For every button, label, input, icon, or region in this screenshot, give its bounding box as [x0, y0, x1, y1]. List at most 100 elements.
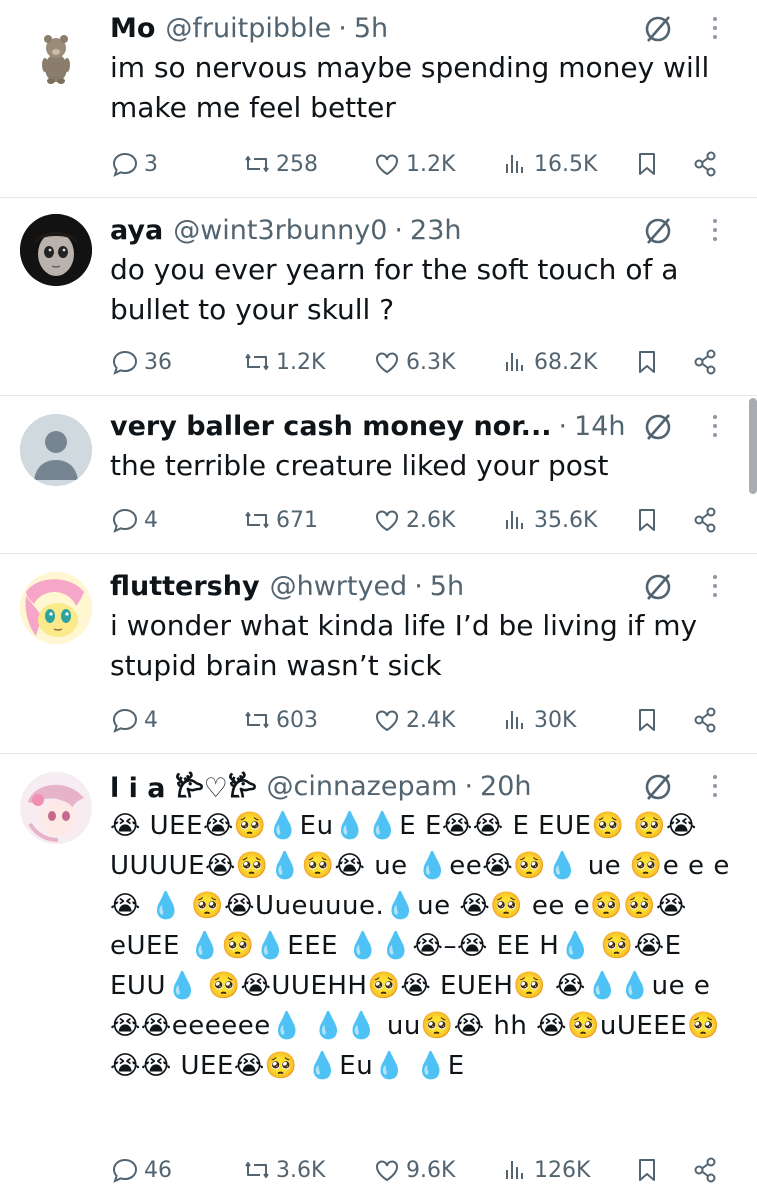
default-user-avatar[interactable]: [20, 414, 92, 486]
repost-count: 258: [276, 151, 318, 177]
bookmark-button[interactable]: [632, 342, 666, 382]
grok-icon[interactable]: [641, 214, 675, 248]
reply-icon: [112, 708, 138, 733]
reply-count: 4: [144, 507, 158, 533]
post[interactable]: l i a 𐂂♡𐂂 @cinnazepam · 20h 😭 UEE😭🥺💧Eu💧💧…: [0, 754, 757, 1200]
display-name[interactable]: fluttershy: [110, 571, 260, 602]
timestamp[interactable]: 20h: [480, 771, 531, 802]
repost-button[interactable]: 258: [242, 144, 318, 184]
like-button[interactable]: 9.6K: [372, 1150, 455, 1190]
post[interactable]: very baller cash money nor... · 14h the …: [0, 396, 757, 554]
separator-dot: ·: [464, 770, 474, 802]
share-icon: [694, 151, 716, 177]
post[interactable]: fluttershy @hwrtyed · 5h i wonder what k…: [0, 554, 757, 754]
reply-button[interactable]: 3: [110, 144, 158, 184]
pony-avatar[interactable]: [20, 572, 92, 644]
views-count: 16.5K: [534, 151, 598, 177]
separator-dot: ·: [338, 12, 347, 44]
like-button[interactable]: 1.2K: [372, 144, 455, 184]
repost-icon: [245, 156, 269, 172]
views-button[interactable]: 30K: [500, 700, 576, 740]
bookmark-icon: [639, 351, 655, 373]
views-icon: [506, 1161, 523, 1179]
share-button[interactable]: [690, 1150, 724, 1190]
repost-count: 603: [276, 707, 318, 733]
reply-button[interactable]: 4: [110, 500, 158, 540]
heart-icon: [376, 154, 398, 176]
post-text: im so nervous maybe spending money will …: [110, 51, 710, 124]
views-count: 35.6K: [534, 507, 598, 533]
display-name[interactable]: l i a 𐂂♡𐂂: [110, 768, 257, 805]
post[interactable]: aya @wint3rbunny0 · 23h do you ever year…: [0, 198, 757, 396]
more-options-icon[interactable]: [707, 408, 723, 444]
timestamp[interactable]: 5h: [430, 571, 464, 602]
more-options-icon[interactable]: [707, 212, 723, 248]
scrollbar[interactable]: [749, 398, 757, 494]
bookmark-button[interactable]: [632, 1150, 666, 1190]
grok-icon[interactable]: [641, 570, 675, 604]
post[interactable]: Mo @fruitpibble · 5h im so nervous maybe…: [0, 0, 757, 198]
share-button[interactable]: [690, 144, 724, 184]
grok-icon[interactable]: [641, 770, 675, 804]
user-handle[interactable]: @hwrtyed: [270, 571, 408, 602]
reply-icon: [112, 350, 138, 375]
user-handle[interactable]: @cinnazepam: [267, 771, 458, 802]
display-name[interactable]: very baller cash money nor...: [110, 411, 551, 442]
post-actions: 4 671 2.6K 35.6K: [110, 500, 730, 540]
reply-icon: [112, 152, 138, 177]
display-name[interactable]: Mo: [110, 13, 155, 44]
separator-dot: ·: [558, 410, 568, 442]
views-icon: [506, 353, 523, 371]
like-button[interactable]: 2.4K: [372, 700, 455, 740]
timestamp[interactable]: 23h: [410, 215, 461, 246]
views-button[interactable]: 126K: [500, 1150, 590, 1190]
separator-dot: ·: [414, 570, 423, 602]
more-options-icon[interactable]: [707, 568, 723, 604]
heart-icon: [376, 352, 398, 374]
reply-count: 36: [144, 349, 172, 375]
views-icon: [506, 511, 523, 529]
heart-icon: [376, 510, 398, 532]
doll-avatar[interactable]: [20, 214, 92, 286]
views-button[interactable]: 16.5K: [500, 144, 597, 184]
bookmark-button[interactable]: [632, 700, 666, 740]
timestamp[interactable]: 5h: [354, 13, 388, 44]
repost-count: 3.6K: [276, 1157, 326, 1183]
repost-icon: [245, 1162, 269, 1178]
views-count: 126K: [534, 1157, 591, 1183]
post-actions: 4 603 2.4K 30K: [110, 700, 730, 740]
views-button[interactable]: 68.2K: [500, 342, 597, 382]
repost-icon: [245, 354, 269, 370]
post-text: 😭 UEE😭🥺💧Eu💧💧E E😭😭 E EUE🥺 🥺😭UUUUE😭🥺💧🥺😭 ue…: [110, 811, 730, 1081]
like-button[interactable]: 2.6K: [372, 500, 455, 540]
share-button[interactable]: [690, 342, 724, 382]
post-actions: 3 258 1.2K 16.5K: [110, 144, 730, 184]
repost-button[interactable]: 3.6K: [242, 1150, 325, 1190]
display-name[interactable]: aya: [110, 215, 163, 246]
timestamp[interactable]: 14h: [574, 411, 625, 442]
more-options-icon[interactable]: [707, 768, 723, 804]
post-text: the terrible creature liked your post: [110, 449, 609, 482]
reply-button[interactable]: 46: [110, 1150, 172, 1190]
bear-plush-avatar[interactable]: [20, 20, 92, 92]
anime-girl-avatar[interactable]: [20, 772, 92, 844]
bookmark-button[interactable]: [632, 144, 666, 184]
share-button[interactable]: [690, 500, 724, 540]
more-options-icon[interactable]: [707, 10, 723, 46]
repost-count: 1.2K: [276, 349, 326, 375]
bookmark-button[interactable]: [632, 500, 666, 540]
reply-button[interactable]: 4: [110, 700, 158, 740]
reply-button[interactable]: 36: [110, 342, 172, 382]
repost-button[interactable]: 1.2K: [242, 342, 325, 382]
repost-button[interactable]: 671: [242, 500, 318, 540]
grok-icon[interactable]: [641, 410, 675, 444]
views-button[interactable]: 35.6K: [500, 500, 597, 540]
user-handle[interactable]: @fruitpibble: [165, 13, 331, 44]
share-button[interactable]: [690, 700, 724, 740]
like-button[interactable]: 6.3K: [372, 342, 455, 382]
repost-button[interactable]: 603: [242, 700, 318, 740]
user-handle[interactable]: @wint3rbunny0: [173, 215, 387, 246]
reply-count: 46: [144, 1157, 172, 1183]
grok-icon[interactable]: [641, 12, 675, 46]
post-text: do you ever yearn for the soft touch of …: [110, 253, 679, 326]
